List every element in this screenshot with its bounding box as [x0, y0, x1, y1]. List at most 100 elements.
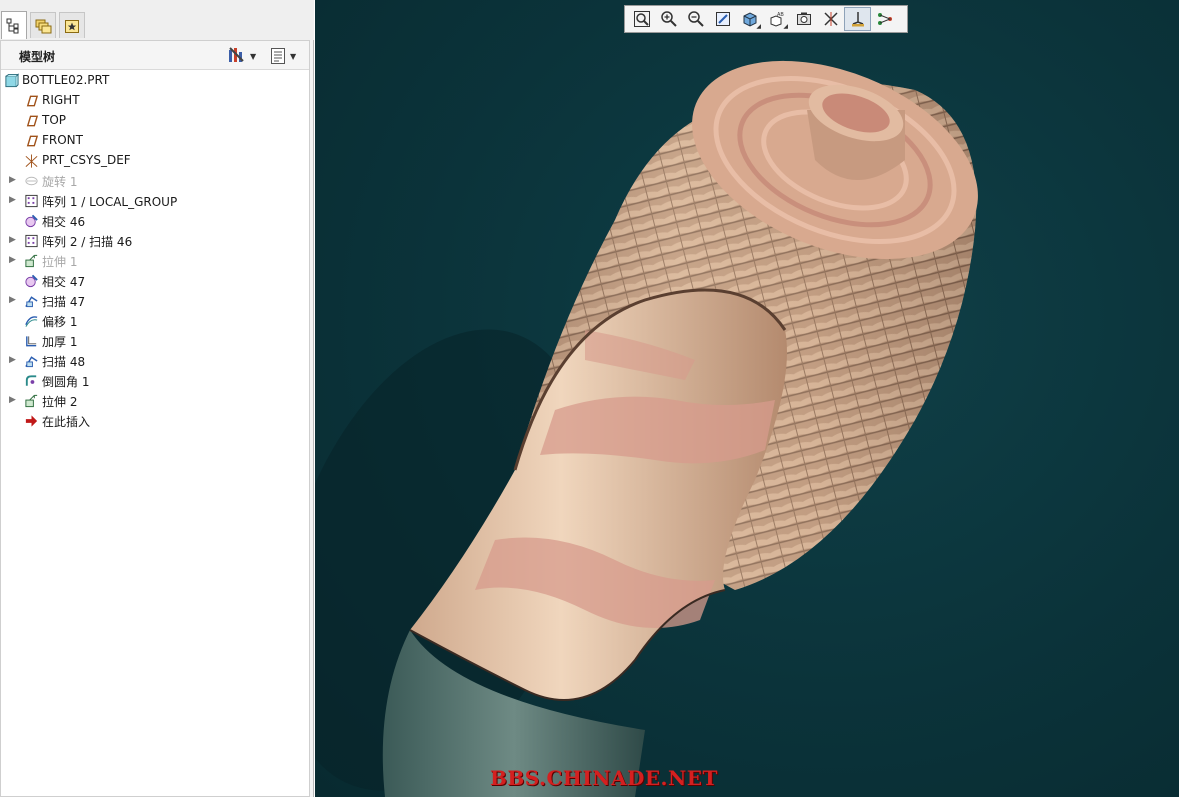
expand-arrow-icon[interactable]: ▶: [9, 395, 17, 405]
tree-item-label: BOTTLE02.PRT: [22, 73, 110, 87]
model-tree-pane: 模型树 ▼ ▼ BOTTLE02.PRT RIGHT TOP FRONT PRT_CSY…: [0, 40, 310, 797]
refit-button[interactable]: [628, 7, 655, 31]
tree-item[interactable]: ▶ 阵列 1 / LOCAL_GROUP: [1, 190, 309, 210]
zoom-in-button[interactable]: [655, 7, 682, 31]
tree-item-label: 扫描 48: [42, 355, 86, 369]
pattern-icon: [24, 233, 39, 248]
tree-item-label: 阵列 2 / 扫描 46: [42, 235, 133, 249]
tree-settings-button[interactable]: ▼: [227, 46, 261, 66]
tree-item-label: 相交 47: [42, 275, 86, 289]
tree-item-label: 在此插入: [42, 415, 91, 429]
extrude-icon: [24, 253, 39, 268]
offset-icon: [24, 313, 39, 328]
tab-folder-browser[interactable]: [30, 12, 56, 38]
view-toolbar: ◢ AB ◢: [624, 5, 908, 33]
tree-item[interactable]: ▶ 旋转 1: [1, 170, 309, 190]
view-manager-button[interactable]: [790, 7, 817, 31]
tree-item-label: 倒圆角 1: [42, 375, 90, 389]
bottle-model-render: [315, 60, 978, 797]
revolve-icon: [24, 173, 39, 188]
annotation-display-button[interactable]: [871, 7, 898, 31]
tree-item[interactable]: PRT_CSYS_DEF: [1, 150, 309, 170]
model-tree-title: 模型树: [19, 50, 56, 64]
expand-arrow-icon[interactable]: ▶: [9, 235, 17, 245]
thicken-icon: [24, 333, 39, 348]
tree-item[interactable]: ▶ 拉伸 2: [1, 390, 309, 410]
tree-item[interactable]: FRONT: [1, 130, 309, 150]
tab-favorites[interactable]: [59, 12, 85, 38]
tree-item-label: 阵列 1 / LOCAL_GROUP: [42, 195, 178, 209]
chevron-down-icon: ▼: [250, 51, 257, 61]
tree-item[interactable]: ▶ 阵列 2 / 扫描 46: [1, 230, 309, 250]
tree-item[interactable]: 倒圆角 1: [1, 370, 309, 390]
saved-orientations-button[interactable]: AB ◢: [763, 7, 790, 31]
tree-item-label: 加厚 1: [42, 335, 78, 349]
expand-arrow-icon[interactable]: ▶: [9, 355, 17, 365]
tree-item[interactable]: ▶ 扫描 48: [1, 350, 309, 370]
tree-item-label: 相交 46: [42, 215, 86, 229]
intersect-icon: [24, 213, 39, 228]
zoom-out-button[interactable]: [682, 7, 709, 31]
expand-arrow-icon[interactable]: ▶: [9, 195, 17, 205]
insert-here-arrow-icon: [24, 413, 39, 428]
intersect-icon: [24, 273, 39, 288]
repaint-icon: [715, 12, 730, 26]
tree-item[interactable]: ▶ 扫描 47: [1, 290, 309, 310]
navigator-tabs: [0, 0, 314, 40]
zoom-in-icon: [660, 11, 677, 27]
tree-item-label: RIGHT: [42, 93, 80, 107]
tree-item[interactable]: TOP: [1, 110, 309, 130]
tree-item[interactable]: 偏移 1: [1, 310, 309, 330]
expand-arrow-icon[interactable]: ▶: [9, 175, 17, 185]
tree-item-label: PRT_CSYS_DEF: [42, 153, 131, 167]
expand-arrow-icon[interactable]: ▶: [9, 295, 17, 305]
tree-item[interactable]: 加厚 1: [1, 330, 309, 350]
graphics-window[interactable]: ◢ AB ◢ BBS.CHINADE.NET: [315, 0, 1179, 797]
favorites-icon: [65, 19, 79, 33]
part-icon: [4, 72, 19, 88]
model-tree-list: BOTTLE02.PRT RIGHT TOP FRONT PRT_CSYS_DEF ▶ 旋转…: [1, 70, 309, 430]
tree-item-label: 偏移 1: [42, 315, 78, 329]
repaint-button[interactable]: [709, 7, 736, 31]
chevron-down-icon: ▼: [290, 51, 297, 61]
watermark-text: BBS.CHINADE.NET: [490, 766, 718, 790]
model-tree-icon: [6, 18, 19, 33]
pattern-icon: [24, 193, 39, 208]
datum-plane-icon: [24, 113, 39, 128]
datum-plane-icon: [24, 133, 39, 148]
tree-item-label: TOP: [42, 113, 67, 127]
coordinate-system-icon: [24, 153, 39, 168]
view-manager-icon: [796, 12, 811, 25]
datum-display-button[interactable]: [817, 7, 844, 31]
tree-item[interactable]: 相交 46: [1, 210, 309, 230]
tree-root-item[interactable]: BOTTLE02.PRT: [1, 70, 309, 90]
extrude-icon: [24, 393, 39, 408]
annotation-display-icon: [877, 13, 892, 25]
round-icon: [24, 373, 39, 388]
zoom-out-icon: [687, 11, 704, 27]
tree-item[interactable]: ▶ 拉伸 1: [1, 250, 309, 270]
tree-item[interactable]: 相交 47: [1, 270, 309, 290]
chevron-down-icon: ◢: [756, 23, 761, 30]
chevron-down-icon: ◢: [783, 23, 788, 30]
tree-show-button[interactable]: ▼: [269, 46, 307, 66]
datum-plane-icon: [24, 93, 39, 108]
navigator-panel: 模型树 ▼ ▼ BOTTLE02.PRT RIGHT TOP FRONT PRT_CSY…: [0, 0, 314, 797]
tree-settings-icon: [229, 47, 244, 62]
tree-item-label: 拉伸 2: [42, 395, 78, 409]
folder-browser-icon: [35, 19, 52, 33]
spin-center-button[interactable]: [844, 7, 871, 31]
refit-icon: [633, 11, 650, 27]
sweep-icon: [24, 353, 39, 368]
display-style-button[interactable]: ◢: [736, 7, 763, 31]
tree-item[interactable]: 在此插入: [1, 410, 309, 430]
tree-item-label: FRONT: [42, 133, 83, 147]
tree-item-label: 扫描 47: [42, 295, 86, 309]
show-columns-icon: [271, 48, 285, 64]
expand-arrow-icon[interactable]: ▶: [9, 255, 17, 265]
tab-model-tree[interactable]: [1, 11, 27, 39]
model-tree-header: 模型树 ▼ ▼: [1, 41, 309, 70]
tree-item[interactable]: RIGHT: [1, 90, 309, 110]
sweep-icon: [24, 293, 39, 308]
datum-display-icon: [823, 12, 838, 26]
